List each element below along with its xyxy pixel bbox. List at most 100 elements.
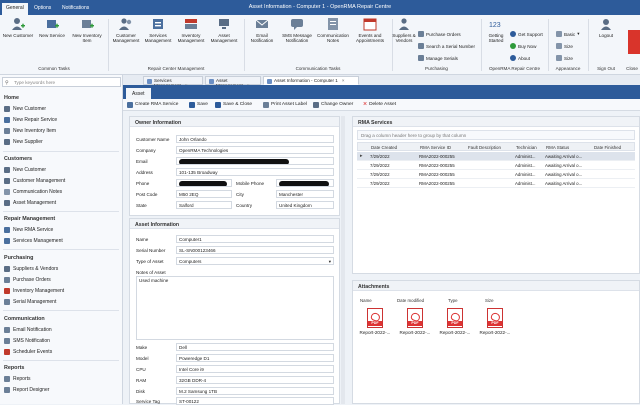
table-row[interactable]: 7/29/2022 RMA2022-000255 Administ... Awa… — [357, 179, 635, 188]
nav-report-designer[interactable]: Report Designer — [4, 387, 49, 393]
about-button[interactable]: About — [510, 55, 530, 61]
serial-number-field[interactable]: SL-SN000123466 — [176, 246, 334, 254]
nav-section-home[interactable]: Home — [4, 95, 19, 101]
manage-serials-button[interactable]: Manage Serials — [418, 55, 458, 61]
nav-customer-management[interactable]: Customer Management — [4, 178, 65, 184]
nav-purchase-orders[interactable]: Purchase Orders — [4, 277, 51, 283]
nav-reports[interactable]: Reports — [4, 376, 31, 382]
make-field[interactable]: Dell — [176, 343, 334, 351]
create-rma-service-button[interactable]: Create RMA Service — [127, 101, 178, 108]
communication-notes-button[interactable]: Communication Notes — [316, 17, 350, 43]
col-fault-description[interactable]: Fault Description — [468, 145, 501, 150]
nav-section-reports[interactable]: Reports — [4, 365, 24, 371]
print-asset-label-button[interactable]: Print Asset Label — [263, 101, 307, 108]
attachment-file[interactable]: PDF Report-2022-... — [478, 308, 512, 335]
nav-section-communication[interactable]: Communication — [4, 316, 45, 322]
get-support-button[interactable]: Get Support — [510, 31, 543, 37]
customer-name-field[interactable]: John Orlando — [176, 135, 334, 143]
nav-scheduler-events[interactable]: Scheduler Events — [4, 349, 52, 355]
sms-notification-button[interactable]: SMS Message Notification — [278, 17, 316, 43]
state-field[interactable]: Salford — [176, 201, 232, 209]
form-scrollbar[interactable] — [341, 116, 345, 404]
table-row[interactable]: 7/29/2022 RMA2022-000255 Administ... Awa… — [357, 170, 635, 179]
col-rma-service-id[interactable]: RMA Service ID — [420, 145, 451, 150]
tab-asset[interactable]: Asset — [126, 88, 151, 99]
services-management-button[interactable]: Services Management — [142, 17, 174, 43]
ram-field[interactable]: 32GB DDR-4 — [176, 376, 334, 384]
doc-tab-services-management[interactable]: Services Management× — [143, 76, 203, 88]
attachment-file[interactable]: PDF Report-2022-... — [438, 308, 472, 335]
col-date-finished[interactable]: Date Finished — [594, 145, 621, 150]
country-field[interactable]: United Kingdom — [276, 201, 334, 209]
nav-new-supplier[interactable]: New Supplier — [4, 139, 43, 145]
events-appointments-button[interactable]: Events and Appointments — [350, 17, 390, 43]
nav-suppliers-vendors[interactable]: Suppliers & Vendors — [4, 266, 58, 272]
col-technician[interactable]: Technician — [516, 145, 537, 150]
asset-management-button[interactable]: Asset Management — [208, 17, 240, 43]
asset-type-select[interactable]: Computers ▾ — [176, 257, 334, 265]
customer-management-button[interactable]: Customer Management — [110, 17, 142, 43]
nav-section-repair[interactable]: Repair Management — [4, 216, 55, 222]
size-dropdown-2[interactable]: Size — [556, 55, 573, 61]
nav-services-management[interactable]: Services Management — [4, 238, 63, 244]
group-by-hint[interactable]: Drag a column header here to group by th… — [357, 130, 635, 140]
new-service-button[interactable]: New Service — [36, 17, 68, 38]
nav-email-notification[interactable]: Email Notification — [4, 327, 52, 333]
getting-started-button[interactable]: 123 Getting Started — [483, 17, 509, 43]
col-date-created[interactable]: Date Created — [371, 145, 397, 150]
col-name[interactable]: Name — [360, 298, 372, 303]
exit-button[interactable] — [628, 30, 640, 54]
save-button[interactable]: Save — [189, 101, 208, 108]
col-rma-status[interactable]: RMA Status — [546, 145, 569, 150]
nav-new-rma-service[interactable]: New RMA Service — [4, 227, 53, 233]
col-date-modified[interactable]: Date modified — [397, 298, 424, 303]
attachment-file[interactable]: PDF Report-2022-... — [358, 308, 392, 335]
disk-field[interactable]: M.2 Samsung 1TB — [176, 387, 334, 395]
search-serial-button[interactable]: Search a Serial Number — [418, 43, 475, 49]
purchase-orders-button[interactable]: Purchase Orders — [418, 31, 461, 37]
nav-inventory-management[interactable]: Inventory Management — [4, 288, 64, 294]
new-inventory-item-button[interactable]: New Inventory Item — [68, 17, 106, 43]
nav-sms-notification[interactable]: SMS Notification — [4, 338, 50, 344]
address-field[interactable]: 101-135 Broadway — [176, 168, 334, 176]
nav-new-customer[interactable]: New Customer — [4, 106, 46, 112]
model-field[interactable]: Poweredge D1 — [176, 354, 334, 362]
close-icon[interactable]: × — [342, 78, 345, 83]
change-owner-button[interactable]: Change Owner — [313, 101, 353, 108]
size-dropdown[interactable]: Size — [556, 43, 573, 49]
sidebar-search-input[interactable]: ⚲ Type keywords here — [2, 77, 121, 87]
nav-customer-new[interactable]: New Customer — [4, 167, 46, 173]
table-row[interactable]: ▸ 7/29/2022 RMA2022-000255 Administ... A… — [357, 152, 635, 161]
asset-name-field[interactable]: Computer1 — [176, 235, 334, 243]
nav-serial-management[interactable]: Serial Management — [4, 299, 56, 305]
save-close-button[interactable]: Save & Close — [215, 101, 252, 108]
mobile-phone-field[interactable] — [276, 179, 334, 187]
inventory-management-button[interactable]: Inventory Management — [174, 17, 208, 43]
col-size[interactable]: Size — [485, 298, 494, 303]
logout-button[interactable]: Logout — [592, 17, 620, 38]
col-type[interactable]: Type — [448, 298, 458, 303]
table-row[interactable]: 7/29/2022 RMA2022-000255 Administ... Awa… — [357, 161, 635, 170]
doc-tab-asset-management[interactable]: Asset Management× — [205, 76, 261, 88]
buy-now-button[interactable]: Buy Now — [510, 43, 536, 49]
nav-new-repair-service[interactable]: New Repair Service — [4, 117, 57, 123]
nav-section-purchasing[interactable]: Purchasing — [4, 255, 33, 261]
email-field[interactable] — [176, 157, 334, 165]
cpu-field[interactable]: Intel Core i9 — [176, 365, 334, 373]
new-customer-button[interactable]: New Customer — [0, 17, 36, 38]
doc-tab-asset-information[interactable]: Asset Information - Computer 1 × — [263, 76, 359, 85]
company-field[interactable]: OpenRMA Technologies — [176, 146, 334, 154]
nav-new-inventory-item[interactable]: New Inventory Item — [4, 128, 56, 134]
nav-communication-notes[interactable]: Communication Notes — [4, 189, 62, 195]
asset-notes-textarea[interactable]: Used machine — [136, 276, 334, 340]
basic-style-dropdown[interactable]: Basic ▾ — [556, 31, 580, 37]
nav-section-customers[interactable]: Customers — [4, 156, 32, 162]
nav-asset-management[interactable]: Asset Management — [4, 200, 56, 206]
city-field[interactable]: Manchester — [276, 190, 334, 198]
suppliers-vendors-button[interactable]: Suppliers & Vendors — [392, 17, 416, 43]
attachment-file[interactable]: PDF Report-2022-... — [398, 308, 432, 335]
email-notification-button[interactable]: Email Notification — [246, 17, 278, 43]
post-code-field[interactable]: M50 2EQ — [176, 190, 232, 198]
phone-field[interactable] — [176, 179, 232, 187]
delete-asset-button[interactable]: × Delete Asset — [363, 101, 396, 108]
